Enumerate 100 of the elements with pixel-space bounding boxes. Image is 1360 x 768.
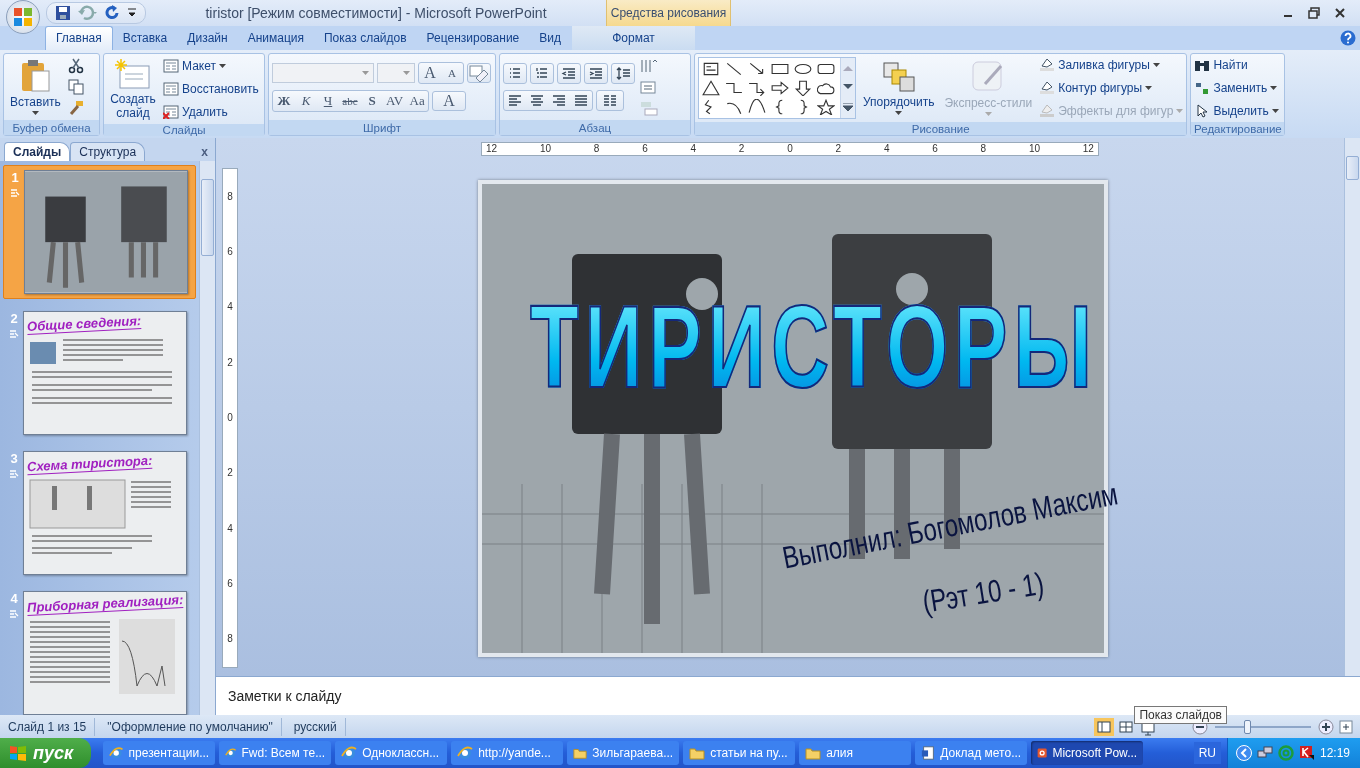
layout-icon <box>163 59 179 73</box>
ribbon-tab[interactable]: Показ слайдов <box>314 27 417 50</box>
close-pane-button[interactable]: x <box>198 145 211 161</box>
shield-icon[interactable] <box>1298 745 1315 761</box>
paste-button[interactable]: Вставить <box>7 57 64 117</box>
slide-thumbnail-row[interactable]: 3 Схема тиристора: <box>3 447 196 579</box>
editing-command[interactable]: Выделить <box>1194 102 1279 120</box>
font-style-button[interactable]: AV <box>383 91 407 111</box>
curve-icon[interactable] <box>748 99 766 115</box>
taskbar-button[interactable]: статьи на пу... <box>683 741 796 765</box>
group-title: Редактирование <box>1194 122 1282 135</box>
language-indicator[interactable]: RU <box>1193 742 1221 764</box>
taskbar-button[interactable]: Одноклассн... <box>335 741 448 765</box>
ribbon-tab[interactable]: Рецензирование <box>416 27 530 50</box>
ribbon-command[interactable]: Восстановить <box>163 80 259 98</box>
taskbar-button[interactable]: Доклад мето... <box>915 741 1028 765</box>
ribbon-tab[interactable]: Формат <box>572 26 695 50</box>
slide-title: Схема тиристора: <box>26 452 153 476</box>
restore-icon[interactable] <box>1308 7 1320 19</box>
taskbar-button[interactable]: Microsoft Pow... <box>1031 741 1144 765</box>
triangle-icon[interactable] <box>702 80 720 96</box>
scrollbar[interactable] <box>199 161 215 715</box>
font-style-button[interactable]: S <box>361 91 383 111</box>
font-style-button[interactable]: Ч <box>317 91 339 111</box>
editing-command[interactable]: Найти <box>1194 56 1248 74</box>
rectangle-icon[interactable] <box>771 61 789 77</box>
font-style-button[interactable]: abc <box>339 91 361 111</box>
taskbar-button[interactable]: Fwd: Всем те... <box>219 741 332 765</box>
scissors-icon[interactable] <box>67 58 84 74</box>
ruler-label: 4 <box>690 144 697 154</box>
slide-thumbnail-row[interactable]: 2 Общие сведения: <box>3 307 196 439</box>
slide-title: Общие сведения: <box>26 313 142 335</box>
ruler-label: 8 <box>980 144 987 154</box>
new-slide-button[interactable]: Создать слайд <box>107 56 159 122</box>
group-title: Рисование <box>911 122 970 135</box>
ribbon-tab[interactable]: Главная <box>45 26 113 50</box>
shape-format-command[interactable]: Контур фигуры <box>1039 79 1153 97</box>
zoom-in-icon[interactable] <box>1318 718 1334 735</box>
arrange-button[interactable]: Упорядочить <box>860 59 938 117</box>
more-icon[interactable] <box>843 103 853 112</box>
ribbon-tab[interactable]: Дизайн <box>177 27 238 50</box>
taskbar-button[interactable]: алия <box>799 741 912 765</box>
redo-icon[interactable] <box>105 5 121 21</box>
ruler-label: 4 <box>883 144 890 154</box>
arrow-icon[interactable] <box>748 61 766 77</box>
font-style-button[interactable]: К <box>295 91 317 111</box>
pane-tab[interactable]: Структура <box>70 142 146 161</box>
normal-view-icon[interactable] <box>1094 717 1114 736</box>
down-arrow-icon[interactable] <box>794 80 812 96</box>
caret-icon <box>1145 86 1153 90</box>
connector-icon[interactable] <box>725 80 743 96</box>
font-size-field[interactable] <box>377 63 415 83</box>
star-icon[interactable] <box>817 99 835 115</box>
eraser-icon[interactable] <box>467 63 491 83</box>
line-icon[interactable] <box>725 61 743 77</box>
zoom-slider-thumb[interactable] <box>1243 719 1251 734</box>
scrollbar[interactable] <box>1344 138 1360 676</box>
ruler-label: 12 <box>486 144 498 154</box>
close-icon[interactable] <box>1334 7 1346 19</box>
editing-command[interactable]: Заменить <box>1194 79 1278 97</box>
font-style-button[interactable]: Ж <box>273 91 295 111</box>
transition-icon <box>10 188 20 198</box>
binoculars-icon <box>1194 58 1211 72</box>
font-name-field[interactable] <box>272 63 374 83</box>
grow-font-button[interactable]: A <box>419 63 441 83</box>
scroll-down-icon[interactable] <box>843 84 853 90</box>
ribbon-command[interactable]: Макет <box>163 57 226 75</box>
right-arrow-icon[interactable] <box>771 80 789 96</box>
office-button[interactable] <box>6 0 40 34</box>
ruler-label: 6 <box>642 144 648 154</box>
taskbar-button[interactable]: http://yande... <box>451 741 564 765</box>
network-icon[interactable] <box>1256 745 1273 761</box>
ruler-label: 4 <box>227 302 233 313</box>
taskbar-button[interactable]: презентации... <box>103 741 216 765</box>
copy-icon[interactable] <box>67 79 84 95</box>
ribbon-tab[interactable]: Вставка <box>112 27 178 50</box>
paintbrush-icon[interactable] <box>67 100 84 116</box>
pane-tab[interactable]: Слайды <box>4 142 71 161</box>
font-style-button[interactable]: Aa <box>406 91 429 111</box>
ribbon-command[interactable]: Удалить <box>163 103 228 121</box>
delete-icon <box>163 105 179 119</box>
expand-tray-icon[interactable] <box>1235 745 1252 761</box>
taskbar-button[interactable]: Зильгараева... <box>567 741 680 765</box>
text-box-icon[interactable] <box>702 61 720 77</box>
connector-arrow-icon[interactable] <box>748 80 766 96</box>
ruler-label: 6 <box>227 247 233 257</box>
slide-subtitle: (Рэт 10 - 1) <box>919 564 1047 621</box>
slide-thumbnail-row[interactable]: 4 Приборная реализация: <box>3 587 196 715</box>
shape-format-command[interactable]: Заливка фигуры <box>1039 56 1160 74</box>
ribbon-tab[interactable]: Анимация <box>237 27 314 50</box>
save-icon[interactable] <box>55 5 71 21</box>
ruler-label: 2 <box>227 468 233 479</box>
shrink-font-button[interactable]: A <box>441 63 463 83</box>
ruler-label: 2 <box>227 357 233 368</box>
font-color-button[interactable]: A <box>432 91 467 111</box>
start-button[interactable]: пуск <box>0 738 92 768</box>
help-icon[interactable] <box>1340 30 1356 46</box>
ribbon-tab[interactable]: Вид <box>529 27 571 50</box>
cloud-icon[interactable] <box>817 80 835 96</box>
windows-flag-icon <box>8 744 28 762</box>
